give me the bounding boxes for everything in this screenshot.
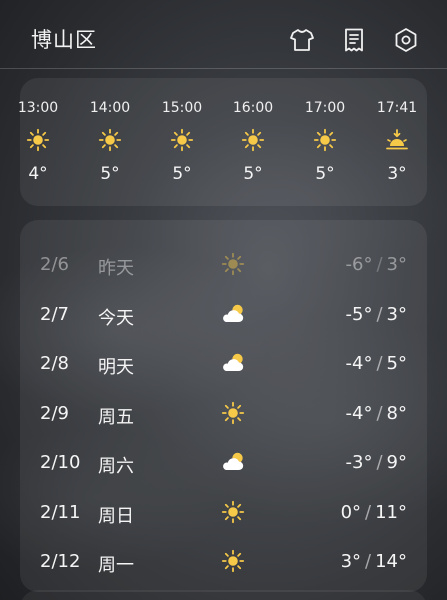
- daily-date: 2/8: [40, 353, 69, 374]
- daily-temp-high: 11°: [375, 501, 407, 523]
- daily-day-name: 周日: [98, 505, 134, 527]
- notes-icon[interactable]: [341, 27, 367, 53]
- hourly-temp: 5°: [243, 164, 263, 184]
- hourly-time: 14:00: [89, 100, 131, 116]
- daily-day-name: 今天: [98, 307, 134, 329]
- daily-temp-range: -6°/3°: [346, 254, 407, 275]
- daily-temp-separator: /: [376, 402, 383, 424]
- hourly-time: 16:00: [232, 100, 274, 116]
- daily-temp-separator: /: [376, 353, 383, 374]
- hourly-temp: 5°: [315, 164, 335, 184]
- daily-date: 2/7: [40, 303, 69, 325]
- daily-temp-high: 3°: [386, 303, 407, 325]
- daily-temp-range: -4°/5°: [346, 353, 407, 374]
- daily-day-name: 明天: [98, 357, 134, 378]
- daily-temp-low: -5°: [345, 303, 373, 325]
- location-title[interactable]: 博山区: [31, 24, 97, 54]
- daily-temp-separator: /: [365, 551, 372, 572]
- daily-date: 2/6: [40, 254, 69, 275]
- daily-temp-range: -3°/9°: [346, 452, 407, 473]
- partly-cloudy-icon: [219, 450, 247, 474]
- hourly-temp: 3°: [387, 164, 407, 184]
- daily-temp-high: 8°: [386, 402, 407, 424]
- daily-temp-range: 3°/14°: [341, 551, 407, 572]
- daily-date: 2/11: [40, 501, 81, 523]
- daily-row[interactable]: 2/12 周一 3°/14°: [20, 537, 427, 586]
- daily-temp-low: -4°: [345, 353, 373, 374]
- hourly-time: 15:00: [161, 100, 203, 116]
- hourly-item: 15:00 5°: [152, 78, 212, 206]
- daily-day-name: 周六: [98, 456, 134, 477]
- daily-row[interactable]: 2/7 今天 -5°/3°: [20, 290, 427, 339]
- daily-temp-range: -4°/8°: [346, 403, 407, 424]
- hourly-item: 17:41 3°: [367, 78, 427, 206]
- sun-icon: [219, 401, 247, 425]
- daily-temp-range: -5°/3°: [346, 304, 407, 325]
- settings-icon[interactable]: [393, 27, 419, 53]
- partly-cloudy-icon: [219, 302, 247, 326]
- hourly-item: 13:00 4°: [8, 78, 68, 206]
- top-bar: 博山区: [0, 0, 447, 68]
- daily-temp-low: -4°: [345, 402, 373, 424]
- hourly-temp: 5°: [172, 164, 192, 184]
- daily-day-name: 周一: [98, 555, 134, 576]
- daily-row[interactable]: 2/10 周六 -3°/9°: [20, 438, 427, 487]
- daily-forecast-card[interactable]: 2/6 昨天 -6°/3° 2/7 今天 -5°/3° 2/8 明天 -4°/5° 2/9 周五 -4…: [20, 220, 427, 592]
- daily-row[interactable]: 2/11 周日 0°/11°: [20, 488, 427, 537]
- daily-temp-separator: /: [376, 452, 383, 473]
- daily-day-name: 昨天: [98, 258, 134, 279]
- hourly-item: 16:00 5°: [223, 78, 283, 206]
- daily-row[interactable]: 2/6 昨天 -6°/3°: [20, 240, 427, 289]
- sun-icon: [170, 128, 194, 152]
- partly-cloudy-icon: [219, 351, 247, 375]
- sun-icon: [98, 128, 122, 152]
- next-card-edge: [20, 590, 427, 600]
- hourly-temp: 4°: [28, 164, 48, 184]
- daily-temp-low: -3°: [345, 452, 373, 473]
- daily-date: 2/12: [40, 551, 81, 572]
- daily-temp-high: 5°: [386, 353, 407, 374]
- hourly-temp: 5°: [100, 164, 120, 184]
- hourly-time: 17:41: [376, 100, 418, 116]
- hourly-time: 17:00: [304, 100, 346, 116]
- daily-row[interactable]: 2/9 周五 -4°/8°: [20, 389, 427, 438]
- daily-date: 2/9: [40, 402, 69, 424]
- hourly-item: 17:00 5°: [295, 78, 355, 206]
- hourly-item: 14:00 5°: [80, 78, 140, 206]
- daily-date: 2/10: [40, 452, 81, 473]
- daily-temp-high: 3°: [386, 254, 407, 275]
- sun-icon: [219, 252, 247, 276]
- sun-icon: [219, 500, 247, 524]
- header-divider: [0, 68, 447, 69]
- daily-row[interactable]: 2/8 明天 -4°/5°: [20, 339, 427, 388]
- daily-temp-separator: /: [365, 501, 372, 523]
- sunset-icon: [385, 128, 409, 152]
- hourly-forecast-card[interactable]: 13:00 4° 14:00 5° 15:00 5° 16:00 5° 17:00 5° 17:41…: [18, 78, 427, 206]
- shirt-icon[interactable]: [289, 27, 315, 53]
- sun-icon: [313, 128, 337, 152]
- daily-day-name: 周五: [98, 406, 134, 428]
- daily-temp-separator: /: [376, 303, 383, 325]
- daily-temp-low: 0°: [340, 501, 362, 523]
- sun-icon: [241, 128, 265, 152]
- hourly-time: 13:00: [17, 100, 59, 116]
- daily-temp-low: -6°: [345, 254, 373, 275]
- daily-temp-high: 14°: [375, 551, 407, 572]
- sun-icon: [219, 549, 247, 573]
- daily-temp-high: 9°: [386, 452, 407, 473]
- daily-temp-range: 0°/11°: [341, 502, 407, 523]
- daily-temp-low: 3°: [340, 551, 362, 572]
- daily-temp-separator: /: [376, 254, 383, 275]
- sun-icon: [26, 128, 50, 152]
